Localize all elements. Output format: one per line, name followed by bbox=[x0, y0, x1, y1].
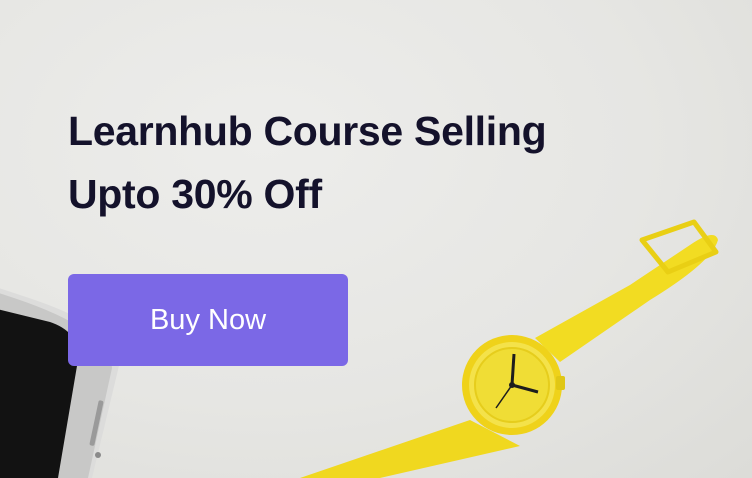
promo-banner: Learnhub Course Selling Upto 30% Off Buy… bbox=[0, 0, 752, 478]
headline-line-2: Upto 30% Off bbox=[68, 171, 322, 217]
wristwatch-image bbox=[300, 219, 719, 478]
background-scene bbox=[0, 219, 719, 478]
buy-now-button[interactable]: Buy Now bbox=[68, 274, 348, 366]
banner-headline: Learnhub Course Selling Upto 30% Off bbox=[68, 100, 547, 226]
headline-line-1: Learnhub Course Selling bbox=[68, 108, 547, 154]
